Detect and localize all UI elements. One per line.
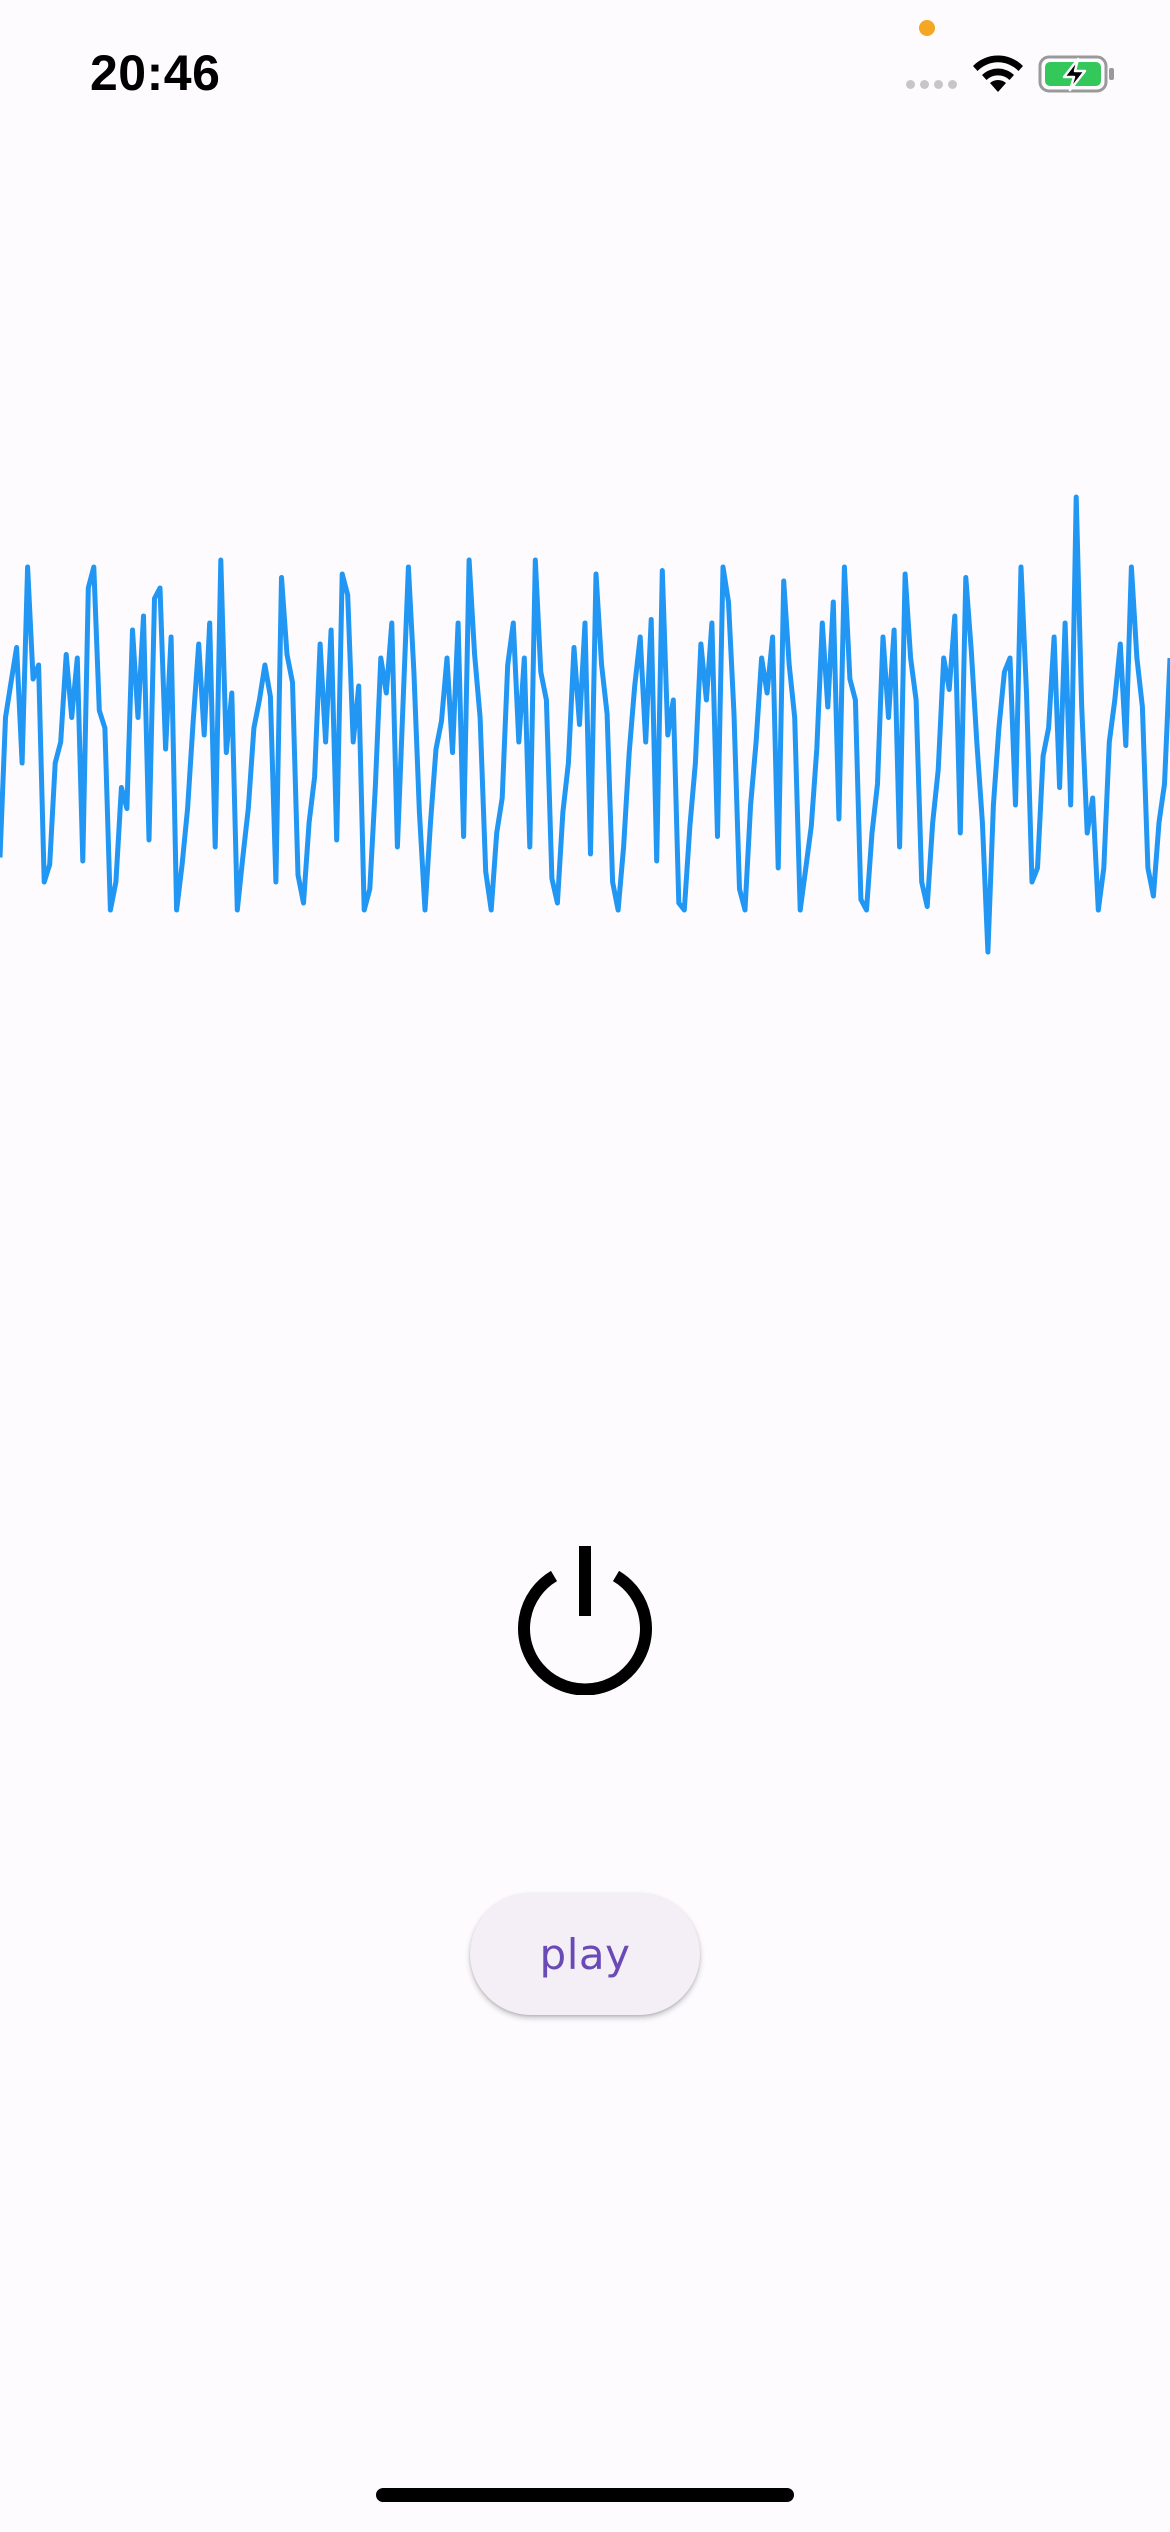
play-button-label: play bbox=[539, 1929, 631, 1979]
app-screen: 20:46 play bbox=[0, 0, 1170, 2532]
play-button[interactable]: play bbox=[470, 1893, 700, 2015]
home-indicator[interactable] bbox=[376, 2488, 794, 2502]
status-time: 20:46 bbox=[90, 45, 221, 101]
privacy-indicator-dot bbox=[919, 20, 935, 36]
wifi-icon bbox=[973, 55, 1023, 92]
audio-waveform bbox=[0, 494, 1170, 955]
battery-charging-icon bbox=[1038, 55, 1114, 93]
cellular-signal-icon bbox=[906, 80, 960, 90]
status-bar: 20:46 bbox=[0, 0, 1170, 150]
waveform-line bbox=[0, 494, 1170, 955]
power-icon bbox=[518, 1546, 652, 1695]
